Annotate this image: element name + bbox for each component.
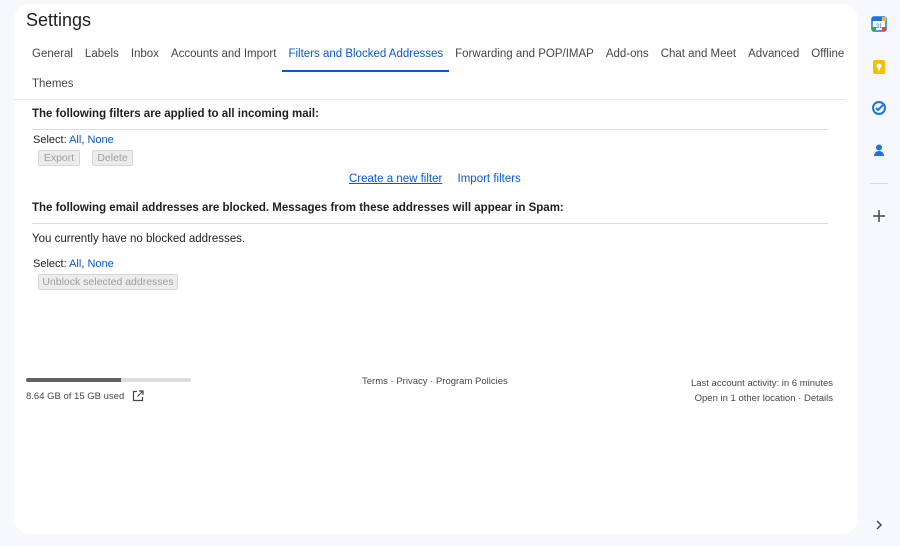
unblock-selected-button[interactable]: Unblock selected addresses — [38, 274, 178, 290]
storage-bar-fill — [26, 378, 122, 382]
contacts-icon[interactable] — [870, 141, 888, 159]
footer-dot: · — [390, 376, 394, 387]
tab-filters-and-blocked-addresses[interactable]: Filters and Blocked Addresses — [282, 44, 450, 72]
details-link[interactable]: Details — [804, 393, 833, 404]
blocked-divider — [32, 223, 828, 224]
storage-usage-text: 8.64 GB of 15 GB used — [26, 390, 125, 402]
last-activity-text: Last account activity: in 6 minutes — [690, 378, 833, 389]
filters-divider — [32, 129, 828, 130]
create-new-filter-link[interactable]: Create a new filter — [349, 173, 442, 185]
filters-heading: The following filters are applied to all… — [32, 108, 319, 120]
tab-add-ons[interactable]: Add-ons — [600, 44, 655, 72]
terms-link[interactable]: Terms — [362, 376, 388, 387]
storage-info: 8.64 GB of 15 GB used — [26, 378, 191, 402]
page-title: Settings — [26, 10, 92, 30]
delete-button[interactable]: Delete — [92, 150, 133, 166]
filters-select-all-link[interactable]: All — [69, 134, 81, 146]
storage-bar — [26, 378, 191, 382]
account-activity: Last account activity: in 6 minutes Open… — [691, 376, 833, 406]
filters-select-line: Select: All, None — [33, 134, 114, 146]
open-external-icon[interactable] — [132, 390, 144, 402]
settings-tabs: General Labels Inbox Accounts and Import… — [26, 44, 846, 102]
add-icon[interactable] — [870, 207, 888, 225]
footer-dot: · — [430, 376, 434, 387]
side-panel-rail: 31 — [858, 0, 900, 546]
blocked-select-line: Select: All, None — [33, 258, 114, 270]
tab-advanced[interactable]: Advanced — [742, 44, 805, 72]
import-filters-link[interactable]: Import filters — [458, 173, 521, 185]
filters-select-none-link[interactable]: None — [87, 134, 113, 146]
export-button[interactable]: Export — [38, 150, 80, 166]
tab-inbox[interactable]: Inbox — [125, 44, 165, 72]
blocked-select-comma: , — [81, 258, 85, 270]
tab-offline[interactable]: Offline — [805, 44, 850, 72]
footer-dot: · — [798, 393, 802, 404]
tabs-divider — [14, 99, 846, 100]
tab-general[interactable]: General — [26, 44, 79, 72]
no-blocked-addresses-text: You currently have no blocked addresses. — [32, 233, 246, 245]
tab-accounts-and-import[interactable]: Accounts and Import — [165, 44, 282, 72]
blocked-select-label: Select: — [33, 258, 67, 270]
tab-forwarding-and-pop-imap[interactable]: Forwarding and POP/IMAP — [449, 44, 600, 72]
tab-themes[interactable]: Themes — [26, 74, 80, 102]
tab-labels[interactable]: Labels — [79, 44, 125, 72]
tasks-icon[interactable] — [870, 99, 888, 117]
tab-chat-and-meet[interactable]: Chat and Meet — [655, 44, 742, 72]
blocked-heading: The following email addresses are blocke… — [32, 202, 564, 214]
calendar-icon[interactable]: 31 — [870, 15, 888, 33]
rail-divider — [870, 183, 888, 184]
program-policies-link[interactable]: Program Policies — [436, 376, 508, 387]
svg-text:31: 31 — [876, 24, 883, 30]
filters-select-comma: , — [81, 134, 85, 146]
privacy-link[interactable]: Privacy — [396, 376, 427, 387]
keep-icon[interactable] — [870, 58, 888, 76]
blocked-select-all-link[interactable]: All — [69, 258, 81, 270]
open-location-text: Open in 1 other location — [694, 393, 796, 404]
filter-actions: Create a new filter Import filters — [349, 173, 533, 185]
chevron-right-icon[interactable] — [870, 516, 888, 534]
footer-links: Terms · Privacy · Program Policies — [362, 376, 508, 387]
settings-panel: Settings General Labels Inbox Accounts a… — [14, 4, 858, 534]
filters-select-label: Select: — [33, 134, 67, 146]
blocked-select-none-link[interactable]: None — [87, 258, 113, 270]
